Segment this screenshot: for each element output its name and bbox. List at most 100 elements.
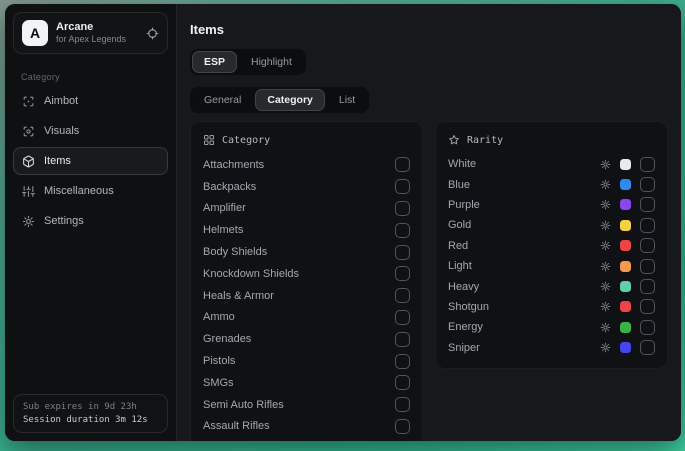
rarity-row-shotgun[interactable]: Shotgun	[448, 297, 655, 317]
rarity-row-purple[interactable]: Purple	[448, 195, 655, 215]
main-content: Items ESP Highlight General Category Lis…	[177, 4, 681, 441]
tab-esp[interactable]: ESP	[192, 51, 237, 73]
checkbox[interactable]	[395, 288, 410, 303]
color-swatch[interactable]	[620, 240, 631, 251]
category-row-amplifier[interactable]: Amplifier	[203, 198, 410, 220]
sidebar-item-items[interactable]: Items	[13, 147, 168, 175]
category-row-semi-auto-rifles[interactable]: Semi Auto Rifles	[203, 394, 410, 416]
rarity-row-label: Gold	[448, 219, 600, 231]
tab-label: Highlight	[251, 56, 292, 68]
checkbox[interactable]	[640, 259, 655, 274]
checkbox[interactable]	[395, 419, 410, 434]
category-row-backpacks[interactable]: Backpacks	[203, 176, 410, 198]
sidebar-item-label: Miscellaneous	[44, 185, 114, 197]
sidebar-item-label: Aimbot	[44, 95, 78, 107]
color-swatch[interactable]	[620, 342, 631, 353]
tab-label: Category	[267, 94, 313, 106]
rarity-row-gold[interactable]: Gold	[448, 215, 655, 235]
color-swatch[interactable]	[620, 261, 631, 272]
category-panel-header: Category	[203, 134, 410, 146]
tab-list[interactable]: List	[327, 89, 367, 111]
category-row-pistols[interactable]: Pistols	[203, 350, 410, 372]
checkbox[interactable]	[395, 157, 410, 172]
checkbox[interactable]	[395, 375, 410, 390]
rarity-row-energy[interactable]: Energy	[448, 317, 655, 337]
tab-label: List	[339, 94, 355, 106]
gear-icon[interactable]	[600, 199, 611, 210]
checkbox[interactable]	[395, 245, 410, 260]
checkbox[interactable]	[640, 238, 655, 253]
category-row-label: Heals & Armor	[203, 290, 395, 302]
sliders-icon	[22, 185, 35, 198]
category-row-heals-armor[interactable]: Heals & Armor	[203, 285, 410, 307]
color-swatch[interactable]	[620, 220, 631, 231]
category-row-knockdown-shields[interactable]: Knockdown Shields	[203, 263, 410, 285]
rarity-row-red[interactable]: Red	[448, 236, 655, 256]
checkbox[interactable]	[640, 320, 655, 335]
gear-icon[interactable]	[600, 220, 611, 231]
category-row-body-shields[interactable]: Body Shields	[203, 241, 410, 263]
rarity-panel: Rarity White Blue	[435, 121, 668, 369]
sidebar-item-visuals[interactable]: Visuals	[13, 117, 168, 145]
color-swatch[interactable]	[620, 199, 631, 210]
gear-icon[interactable]	[600, 281, 611, 292]
category-row-label: Helmets	[203, 224, 395, 236]
checkbox[interactable]	[395, 310, 410, 325]
sidebar-item-settings[interactable]: Settings	[13, 207, 168, 235]
brand-card: A Arcane for Apex Legends	[13, 12, 168, 54]
checkbox[interactable]	[395, 266, 410, 281]
sidebar-nav: Aimbot Visuals Items Miscellaneous Setti…	[5, 87, 176, 235]
sidebar-item-miscellaneous[interactable]: Miscellaneous	[13, 177, 168, 205]
gear-icon[interactable]	[600, 322, 611, 333]
app-window: A Arcane for Apex Legends Category Aimbo…	[5, 4, 681, 441]
checkbox[interactable]	[640, 157, 655, 172]
checkbox[interactable]	[395, 397, 410, 412]
gear-icon[interactable]	[600, 179, 611, 190]
session-duration-text: Session duration 3m 12s	[23, 415, 158, 425]
checkbox[interactable]	[395, 223, 410, 238]
tab-general[interactable]: General	[192, 89, 253, 111]
sidebar-item-aimbot[interactable]: Aimbot	[13, 87, 168, 115]
rarity-row-heavy[interactable]: Heavy	[448, 276, 655, 296]
checkbox[interactable]	[640, 279, 655, 294]
category-row-attachments[interactable]: Attachments	[203, 154, 410, 176]
rarity-row-sniper[interactable]: Sniper	[448, 338, 655, 358]
color-swatch[interactable]	[620, 281, 631, 292]
category-row-assault-rifles[interactable]: Assault Rifles	[203, 416, 410, 438]
category-row-label: Backpacks	[203, 181, 395, 193]
rarity-row-blue[interactable]: Blue	[448, 174, 655, 194]
category-row-label: Amplifier	[203, 202, 395, 214]
category-row-lmgs[interactable]: LMGs	[203, 437, 410, 441]
rarity-panel-header: Rarity	[448, 134, 655, 146]
checkbox[interactable]	[395, 332, 410, 347]
tab-category[interactable]: Category	[255, 89, 325, 111]
category-row-smgs[interactable]: SMGs	[203, 372, 410, 394]
checkbox[interactable]	[395, 354, 410, 369]
checkbox[interactable]	[640, 340, 655, 355]
color-swatch[interactable]	[620, 322, 631, 333]
crosshair-icon[interactable]	[146, 27, 159, 40]
gear-icon[interactable]	[600, 240, 611, 251]
checkbox[interactable]	[640, 197, 655, 212]
tab-highlight[interactable]: Highlight	[239, 51, 304, 73]
checkbox[interactable]	[640, 177, 655, 192]
rarity-row-light[interactable]: Light	[448, 256, 655, 276]
gear-icon[interactable]	[600, 261, 611, 272]
gear-icon[interactable]	[600, 159, 611, 170]
category-row-label: Ammo	[203, 311, 395, 323]
rarity-row-label: Light	[448, 260, 600, 272]
color-swatch[interactable]	[620, 179, 631, 190]
color-swatch[interactable]	[620, 159, 631, 170]
checkbox[interactable]	[640, 299, 655, 314]
gear-icon[interactable]	[600, 342, 611, 353]
checkbox[interactable]	[640, 218, 655, 233]
gear-icon[interactable]	[600, 301, 611, 312]
brand-text: Arcane for Apex Legends	[56, 20, 126, 46]
category-row-helmets[interactable]: Helmets	[203, 219, 410, 241]
category-row-ammo[interactable]: Ammo	[203, 307, 410, 329]
rarity-row-white[interactable]: White	[448, 154, 655, 174]
checkbox[interactable]	[395, 179, 410, 194]
checkbox[interactable]	[395, 201, 410, 216]
category-row-grenades[interactable]: Grenades	[203, 328, 410, 350]
color-swatch[interactable]	[620, 301, 631, 312]
